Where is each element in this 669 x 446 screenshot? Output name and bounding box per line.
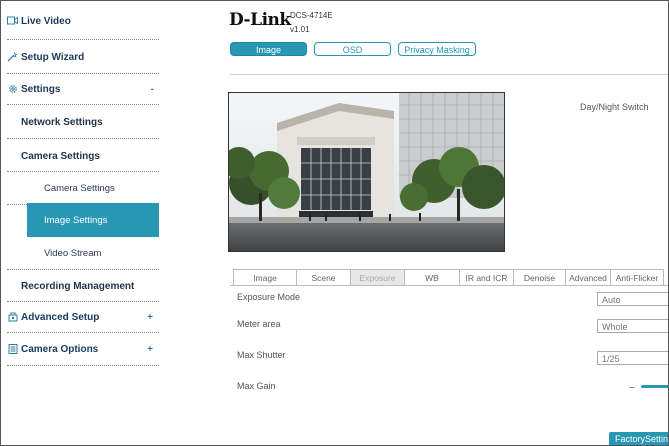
subtab-ir-and-icr[interactable]: IR and ICR	[459, 269, 514, 285]
gain-decrease-button[interactable]: −	[629, 383, 635, 394]
day-night-switch-label: Day/Night Switch	[580, 102, 649, 112]
subtab-exposure[interactable]: Exposure	[350, 269, 405, 285]
subtab-advanced[interactable]: Advanced	[565, 269, 611, 285]
max-gain-slider[interactable]	[641, 385, 668, 388]
sidebar-item-label: Advanced Setup	[21, 311, 100, 323]
gear-icon	[7, 84, 18, 94]
sidebar-item-network-settings[interactable]: Network Settings	[1, 113, 159, 131]
sidebar-item-setup-wizard[interactable]: Setup Wizard	[1, 49, 159, 65]
divider	[7, 269, 159, 270]
divider	[7, 39, 159, 40]
sidebar-item-label: Camera Options	[21, 343, 99, 355]
sidebar-item-settings[interactable]: Settings -	[1, 81, 159, 97]
meter-area-label: Meter area	[237, 319, 281, 329]
sidebar-item-camera-settings-leaf[interactable]: Camera Settings	[1, 179, 159, 197]
subtab-image[interactable]: Image	[233, 269, 297, 285]
divider	[7, 104, 159, 105]
camera-preview	[228, 92, 505, 252]
factory-setting-button[interactable]: FactorySetting	[609, 432, 668, 445]
max-gain-label: Max Gain	[237, 381, 276, 391]
exposure-mode-select[interactable]: Auto	[597, 292, 668, 306]
sidebar-item-label: Image Settings	[44, 214, 108, 226]
model-name: DCS-4714E	[290, 11, 333, 20]
divider	[7, 301, 159, 302]
wizard-wand-icon	[7, 52, 18, 62]
max-shutter-select[interactable]: 1/25	[597, 351, 668, 365]
subtab-anti-flicker[interactable]: Anti-Flicker	[610, 269, 664, 285]
sidebar-item-advanced-setup[interactable]: Advanced Setup +	[1, 309, 159, 325]
subtab-scene[interactable]: Scene	[296, 269, 351, 285]
meter-area-select[interactable]: Whole	[597, 319, 668, 333]
sidebar-item-camera-settings[interactable]: Camera Settings	[1, 147, 159, 165]
exposure-mode-label: Exposure Mode	[237, 292, 301, 302]
subtab-denoise[interactable]: Denoise	[513, 269, 566, 285]
video-icon	[7, 16, 18, 26]
firmware-version: v1.01	[290, 25, 310, 34]
expand-icon[interactable]: +	[147, 312, 153, 323]
app-frame: Live Video Setup Wizard Settings - Netwo…	[0, 0, 669, 446]
camera-preview-image	[229, 93, 504, 251]
subtabs-divider	[230, 285, 668, 286]
tab-image[interactable]: Image	[230, 42, 307, 56]
sidebar-item-video-stream[interactable]: Video Stream	[1, 244, 159, 262]
subtab-wb[interactable]: WB	[404, 269, 460, 285]
sidebar-item-label: Settings	[21, 83, 61, 95]
sidebar-item-recording-management[interactable]: Recording Management	[1, 277, 159, 295]
expand-icon[interactable]: +	[147, 344, 153, 355]
tab-osd[interactable]: OSD	[314, 42, 391, 56]
brand-logo: D-Link	[229, 10, 291, 30]
divider	[7, 171, 159, 172]
sidebar-item-image-settings[interactable]: Image Settings	[27, 203, 159, 237]
sidebar-item-label: Network Settings	[21, 116, 103, 128]
divider	[7, 73, 159, 74]
divider	[7, 332, 159, 333]
sidebar-item-label: Live Video	[21, 15, 71, 27]
sidebar: Live Video Setup Wizard Settings - Netwo…	[1, 1, 159, 445]
divider	[7, 365, 159, 366]
collapse-icon[interactable]: -	[151, 84, 154, 95]
divider	[7, 138, 159, 139]
sidebar-item-label: Camera Settings	[21, 150, 100, 162]
tab-privacy-masking[interactable]: Privacy Masking	[398, 42, 476, 56]
sidebar-item-label: Setup Wizard	[21, 51, 85, 63]
sidebar-item-label: Video Stream	[44, 247, 102, 259]
sidebar-item-live-video[interactable]: Live Video	[1, 13, 159, 29]
sidebar-item-label: Recording Management	[21, 280, 135, 292]
camera-options-icon	[7, 344, 18, 354]
header-divider	[230, 74, 668, 75]
sidebar-item-label: Camera Settings	[44, 182, 115, 194]
max-shutter-label: Max Shutter	[237, 350, 286, 360]
advanced-setup-icon	[7, 312, 18, 322]
image-subtabs: Image Scene Exposure WB IR and ICR Denoi…	[233, 269, 664, 285]
sidebar-item-camera-options[interactable]: Camera Options +	[1, 341, 159, 357]
